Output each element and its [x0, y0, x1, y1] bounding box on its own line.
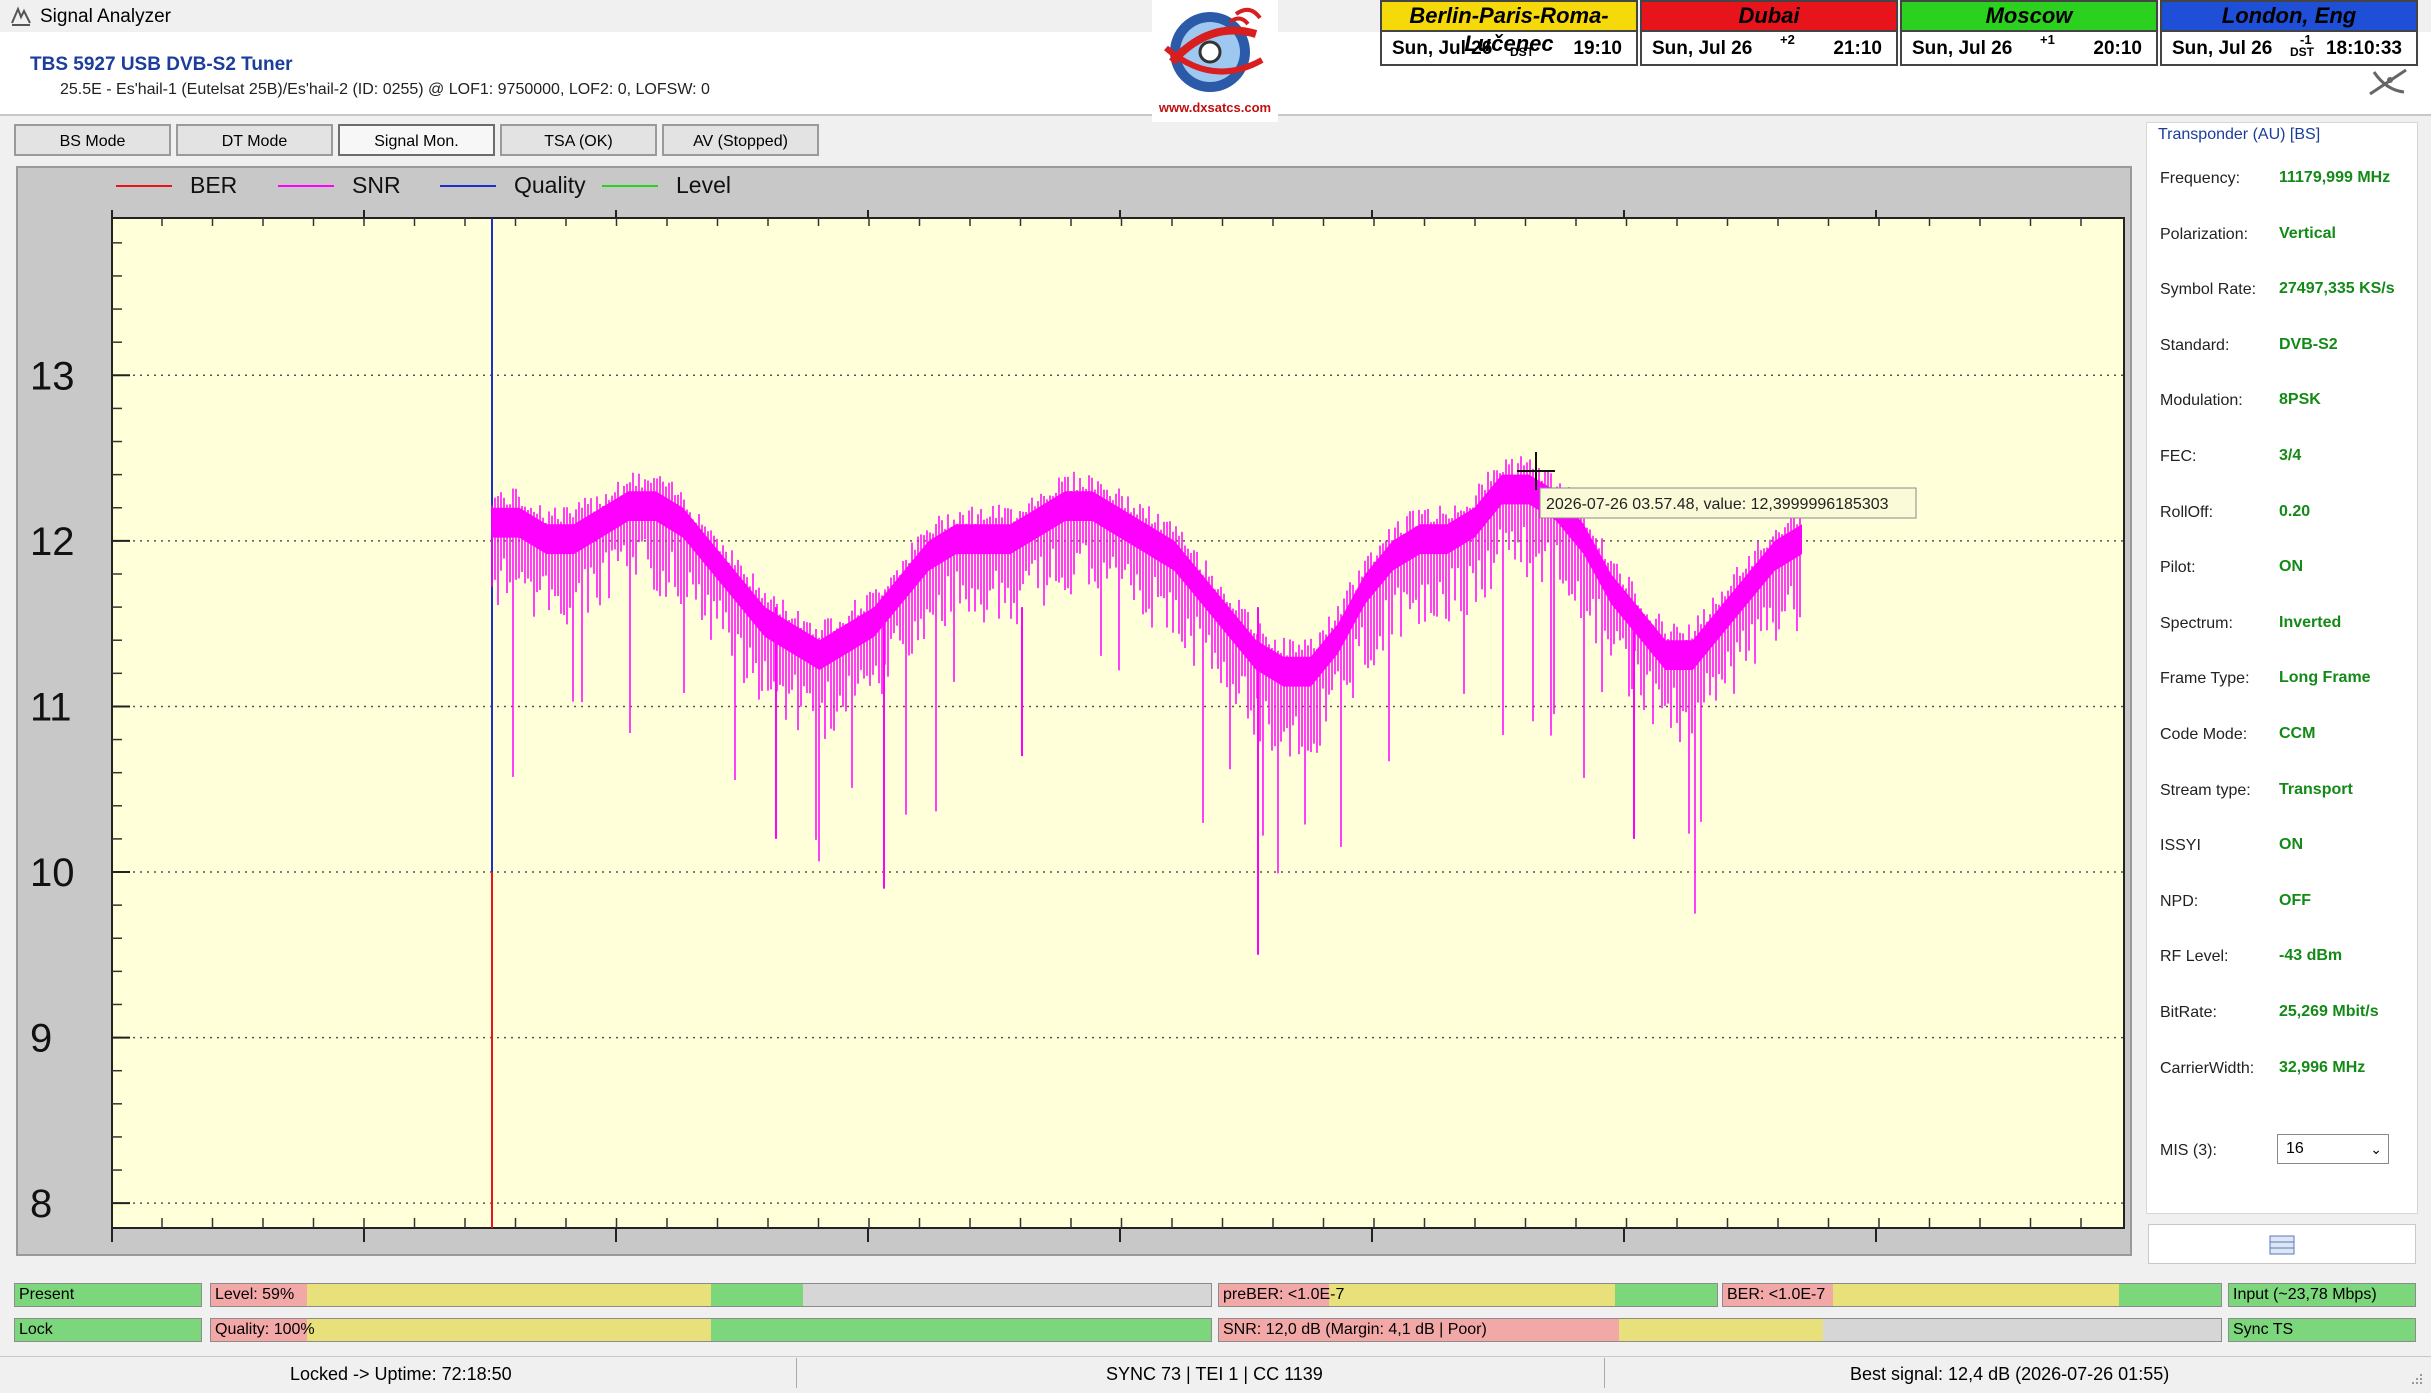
sync-status: SYNC 73 | TEI 1 | CC 1139 [1106, 1364, 1323, 1384]
preber-bar-yellow [1329, 1284, 1615, 1306]
chevron-down-icon: ⌄ [2370, 1141, 2382, 1157]
level-bar-green [711, 1284, 803, 1306]
level-bar: Level: 59% [210, 1283, 1212, 1307]
level-label: Level: 59% [215, 1286, 295, 1303]
plot-area [111, 217, 2125, 1229]
y-tick-label: 9 [30, 1017, 52, 1061]
lock-indicator: Lock [14, 1318, 202, 1342]
y-tick-label: 10 [30, 851, 75, 895]
transponder-label: FEC: [2160, 448, 2197, 465]
input-indicator: Input (~23,78 Mbps) [2228, 1283, 2416, 1307]
best-signal-status: Best signal: 12,4 dB (2026-07-26 01:55) [1850, 1364, 2170, 1384]
ber-bar: BER: <1.0E-7 [1722, 1283, 2222, 1307]
ber-bar-yellow [1833, 1284, 2119, 1306]
transponder-label: Polarization: [2160, 225, 2249, 243]
legend-label: SNR [352, 172, 401, 198]
legend-label: BER [190, 172, 237, 198]
transponder-value: Vertical [2279, 224, 2336, 242]
panel-toggle-button[interactable] [2148, 1224, 2416, 1264]
uptime-status: Locked -> Uptime: 72:18:50 [290, 1364, 512, 1384]
mis-value: 16 [2286, 1140, 2304, 1157]
transponder-label: Frequency: [2160, 170, 2241, 187]
status-divider [1604, 1358, 1605, 1388]
transponder-value: 0.20 [2279, 502, 2311, 520]
transponder-label: ISSYI [2160, 837, 2201, 855]
level-bar-yellow [307, 1284, 711, 1306]
transponder-label: CarrierWidth: [2160, 1059, 2255, 1077]
legend-label: Quality [514, 172, 586, 198]
transponder-value: Inverted [2279, 613, 2342, 631]
quality-label: Quality: 100% [215, 1321, 315, 1338]
preber-label: preBER: <1.0E-7 [1223, 1286, 1345, 1303]
transponder-label: Frame Type: [2160, 670, 2250, 688]
transponder-value: Transport [2279, 780, 2353, 798]
snr-label: SNR: 12,0 dB (Margin: 4,1 dB | Poor) [1223, 1321, 1487, 1338]
resize-grip-icon[interactable] [2404, 1370, 2424, 1390]
transponder-value: ON [2279, 836, 2303, 854]
transponder-value: 8PSK [2279, 391, 2321, 409]
transponder-label: Stream type: [2160, 781, 2251, 799]
sync-ts-indicator: Sync TS [2228, 1318, 2416, 1342]
list-icon [2269, 1235, 2295, 1255]
transponder-value: CCM [2279, 725, 2316, 742]
y-tick-label: 12 [30, 520, 75, 564]
transponder-value: OFF [2279, 891, 2311, 909]
present-label: Present [19, 1286, 75, 1303]
transponder-label: RollOff: [2160, 503, 2214, 521]
input-label: Input (~23,78 Mbps) [2233, 1286, 2377, 1303]
quality-bar: Quality: 100% [210, 1318, 1212, 1342]
transponder-label: RF Level: [2160, 948, 2229, 966]
transponder-value: DVB-S2 [2279, 335, 2338, 353]
quality-bar-yellow [307, 1319, 711, 1341]
preber-bar: preBER: <1.0E-7 [1218, 1283, 1718, 1307]
transponder-value: 11179,999 MHz [2279, 169, 2391, 186]
y-tick-label: 13 [30, 354, 75, 398]
snr-bar: SNR: 12,0 dB (Margin: 4,1 dB | Poor) [1218, 1318, 2222, 1342]
y-tick-label: 11 [30, 685, 72, 729]
status-divider [796, 1358, 797, 1388]
transponder-label: Pilot: [2160, 559, 2196, 577]
y-tick-label: 8 [30, 1182, 52, 1226]
transponder-title: Transponder (AU) [BS] [2158, 126, 2321, 143]
transponder-label: Symbol Rate: [2160, 281, 2257, 299]
sync-ts-label: Sync TS [2233, 1321, 2294, 1338]
tooltip-text: 2026-07-26 03.57.48, value: 12,399999618… [1546, 496, 1889, 513]
snr-bar-yellow [1619, 1319, 1823, 1341]
present-indicator: Present [14, 1283, 202, 1307]
signal-chart[interactable]: 8 9 10 11 12 13 BER SNR Quality Level 2026-07-26 0… [0, 0, 2431, 1392]
legend-label: Level [676, 172, 731, 198]
transponder-label: BitRate: [2160, 1004, 2217, 1021]
transponder-value: Long Frame [2279, 669, 2371, 687]
ber-label: BER: <1.0E-7 [1727, 1286, 1826, 1303]
transponder-label: NPD: [2160, 892, 2199, 910]
transponder-value: 3/4 [2279, 447, 2302, 464]
transponder-label: Standard: [2160, 336, 2230, 354]
mis-select[interactable]: 16 ⌄ [2277, 1134, 2389, 1164]
mis-label: MIS (3): [2160, 1142, 2217, 1159]
transponder-value: 25,269 Mbit/s [2279, 1003, 2379, 1020]
transponder-value: 32,996 MHz [2279, 1058, 2366, 1076]
transponder-label: Code Mode: [2160, 726, 2248, 743]
lock-label: Lock [19, 1321, 53, 1338]
transponder-value: ON [2279, 558, 2303, 576]
transponder-value: 27497,335 KS/s [2279, 280, 2395, 298]
transponder-label: Spectrum: [2160, 614, 2233, 632]
transponder-label: Modulation: [2160, 392, 2243, 410]
transponder-value: -43 dBm [2279, 947, 2343, 965]
